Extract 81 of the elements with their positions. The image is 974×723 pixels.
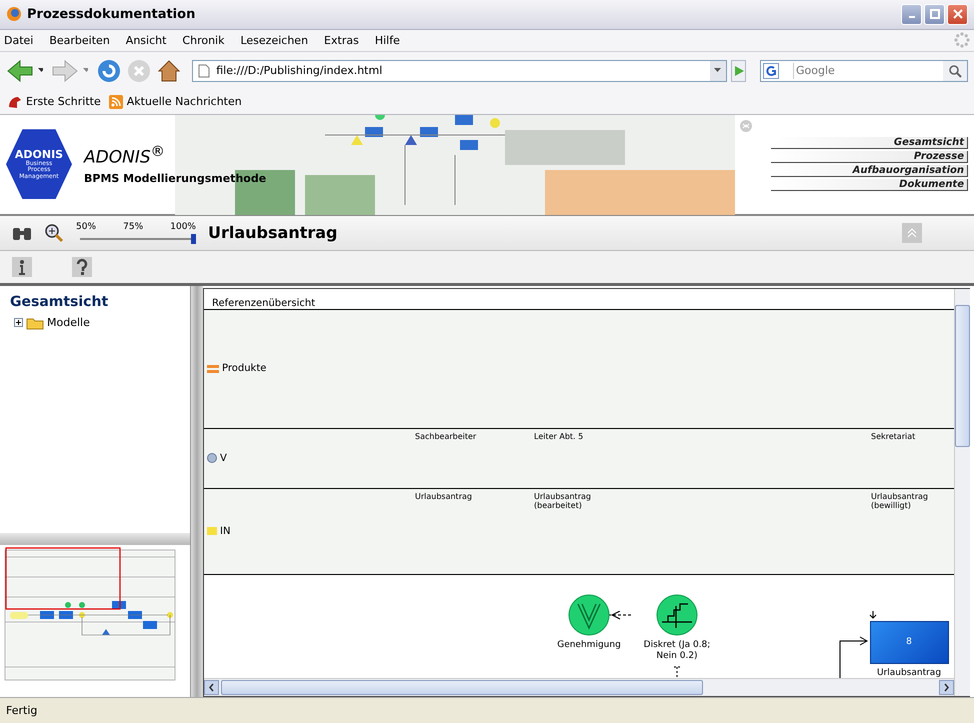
address-text: file:///D:/Publishing/index.html (216, 64, 384, 78)
chevron-right-icon (943, 683, 950, 692)
help-button[interactable] (72, 256, 92, 277)
menu-item[interactable]: Extras (324, 34, 359, 47)
minimize-icon (908, 16, 914, 18)
status-text: Fertig (6, 704, 38, 718)
lane-entry: Urlaubsantrag (bearbeitet) (534, 492, 592, 511)
tree-item[interactable]: Modelle (10, 316, 180, 330)
menu-item[interactable]: Lesezeichen (240, 34, 308, 47)
model-title: Urlaubsantrag (208, 223, 339, 242)
document-icon (207, 527, 217, 536)
vertical-scrollbar[interactable] (954, 288, 970, 696)
sidebar-title: Gesamtsicht (10, 294, 110, 310)
close-icon (952, 9, 962, 20)
menu-item[interactable]: Chronik (182, 34, 224, 47)
section-link[interactable]: Prozesse (771, 150, 968, 163)
section-link[interactable]: Aufbauorganisation (771, 164, 968, 177)
scroll-right-button[interactable] (939, 680, 954, 696)
home-button[interactable] (156, 58, 182, 84)
zoom-mark-label: 75% (123, 222, 144, 232)
lane-entry: Sachbearbeiter (415, 432, 478, 442)
expander-icon[interactable] (14, 318, 23, 328)
activity-number: 8 (906, 637, 912, 648)
throbber-icon (954, 32, 970, 48)
node-label: Diskret (Ja 0.8; Nein 0.2) (642, 640, 712, 663)
page-icon (198, 64, 210, 78)
lane-entry: Urlaubsantrag (415, 492, 473, 502)
info-button[interactable] (12, 256, 32, 277)
menu-item[interactable]: Bearbeiten (49, 34, 110, 47)
dropdown-arrow-icon[interactable] (38, 68, 44, 74)
play-icon (732, 64, 745, 77)
zoom-mark-label: 50% (76, 222, 96, 232)
menu-item[interactable]: Hilfe (374, 34, 400, 47)
folder-icon (26, 316, 44, 330)
address-field[interactable]: file:///D:/Publishing/index.html (192, 60, 728, 82)
lane-label: V (204, 452, 227, 464)
address-dropdown-button[interactable] (710, 60, 726, 81)
menu-item[interactable]: Ansicht (126, 34, 166, 47)
horizontal-scrollbar[interactable] (204, 678, 954, 696)
bookmark-icon (8, 94, 22, 109)
close-button[interactable] (947, 4, 968, 25)
back-button[interactable] (6, 58, 34, 83)
lane-entry: Sekretariat (871, 432, 916, 442)
chevron-left-icon (208, 683, 215, 692)
minimize-button[interactable] (901, 4, 922, 25)
node-label: Urlaubsantrag (876, 668, 942, 678)
bookmark-link[interactable]: Aktuelle Nachrichten (108, 94, 242, 109)
product-name: ADONIS$^{®}$ (84, 144, 165, 168)
search-field[interactable]: Google (760, 60, 968, 82)
product-subtitle: BPMS Modellierungsmethode (84, 172, 266, 185)
tree-label: Modelle (47, 316, 90, 330)
distribution-node-icon[interactable] (656, 594, 698, 636)
section-link[interactable]: Dokumente (771, 178, 968, 191)
role-icon (207, 453, 217, 464)
scroll-left-button[interactable] (204, 680, 219, 696)
window-title: Prozessdokumentation (27, 6, 196, 22)
zoom-button[interactable] (44, 222, 64, 243)
double-chevron-up-icon (905, 226, 919, 240)
caret-icon (714, 68, 722, 74)
reload-button[interactable] (96, 58, 122, 84)
bookmark-link[interactable]: Erste Schritte (8, 94, 101, 109)
section-link[interactable]: Gesamtsicht (771, 136, 968, 149)
search-icon (948, 64, 962, 78)
feed-icon (108, 94, 123, 109)
zoom-mark-label: 100% (170, 222, 196, 232)
search-engine-icon[interactable] (761, 62, 794, 79)
product-icon (207, 364, 219, 373)
node-label: Genehmigung (556, 640, 622, 652)
menu-item[interactable]: Datei (4, 34, 34, 47)
lane-label: Produkte (204, 363, 266, 374)
logo-title: ADONIS (14, 148, 64, 161)
go-button[interactable] (731, 60, 746, 82)
maximize-button[interactable] (924, 4, 945, 25)
search-button[interactable] (943, 60, 967, 81)
lane-label: IN (204, 526, 230, 537)
approval-node-icon[interactable] (568, 594, 610, 636)
lane-entry: Leiter Abt. 5 (534, 432, 584, 442)
lane-entry: Urlaubsantrag (bewilligt) (871, 492, 929, 511)
maximize-icon (930, 9, 940, 20)
zoom-slider-thumb[interactable] (191, 234, 196, 244)
activity-box[interactable]: 8 (870, 620, 948, 664)
